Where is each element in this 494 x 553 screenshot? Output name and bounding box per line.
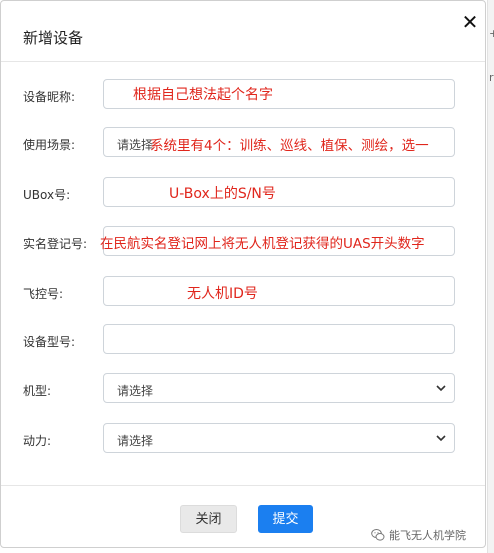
select-value: 请选择 — [117, 138, 154, 152]
field-label: 动力: — [23, 434, 52, 448]
background-glyph: + — [489, 27, 494, 40]
background-window-edge: + r — [487, 0, 494, 553]
chevron-down-icon — [436, 385, 446, 392]
annotation-text: 无人机ID号 — [187, 286, 258, 302]
aircraft-type-select[interactable]: 请选择 — [103, 373, 455, 403]
field-label: 设备昵称: — [23, 90, 76, 104]
field-label: 机型: — [23, 384, 52, 398]
background-glyph: r — [489, 71, 494, 84]
close-icon[interactable]: ✕ — [459, 11, 481, 33]
close-button[interactable]: 关闭 — [180, 505, 237, 533]
submit-button[interactable]: 提交 — [258, 505, 313, 533]
wechat-icon — [371, 529, 385, 541]
annotation-text: 系统里有4个：训练、巡线、植保、测绘，选一 — [150, 138, 429, 154]
chevron-down-icon — [436, 435, 446, 442]
annotation-text: 在民航实名登记网上将无人机登记获得的UAS开头数字 — [100, 236, 425, 252]
field-label: 设备型号: — [23, 335, 76, 349]
form-row-power: 动力: 请选择 — [1, 423, 487, 457]
form-row-device-nickname: 设备昵称: 根据自己想法起个名字 — [1, 79, 487, 113]
form-row-usage-scenario: 使用场景: 请选择 系统里有4个：训练、巡线、植保、测绘，选一 — [1, 127, 487, 161]
watermark-text: 能飞无人机学院 — [389, 529, 466, 542]
device-model-input[interactable] — [103, 324, 455, 354]
flight-controller-input[interactable] — [103, 276, 455, 306]
power-select[interactable]: 请选择 — [103, 423, 455, 453]
field-label: 实名登记号: — [23, 237, 88, 251]
annotation-text: 根据自己想法起个名字 — [133, 87, 273, 103]
select-value: 请选择 — [117, 384, 154, 398]
dialog-title: 新增设备 — [23, 29, 84, 47]
field-label: UBox号: — [23, 188, 71, 202]
watermark: 能飞无人机学院 — [371, 527, 466, 543]
form-row-registration: 实名登记号: 在民航实名登记网上将无人机登记获得的UAS开头数字 — [1, 226, 487, 260]
add-device-dialog: 新增设备 ✕ 设备昵称: 根据自己想法起个名字 使用场景: 请选择 系统里有4个… — [0, 0, 486, 548]
dialog-header: 新增设备 ✕ — [1, 1, 485, 62]
form-row-aircraft-type: 机型: 请选择 — [1, 373, 487, 407]
field-label: 使用场景: — [23, 138, 76, 152]
select-value: 请选择 — [117, 434, 154, 448]
field-label: 飞控号: — [23, 287, 64, 301]
ubox-number-input[interactable] — [103, 177, 455, 207]
form-row-device-model: 设备型号: — [1, 324, 487, 358]
annotation-text: U-Box上的S/N号 — [169, 186, 276, 202]
dialog-footer-divider — [1, 485, 485, 486]
form-row-ubox: UBox号: U-Box上的S/N号 — [1, 177, 487, 211]
form-row-flight-controller: 飞控号: 无人机ID号 — [1, 276, 487, 310]
